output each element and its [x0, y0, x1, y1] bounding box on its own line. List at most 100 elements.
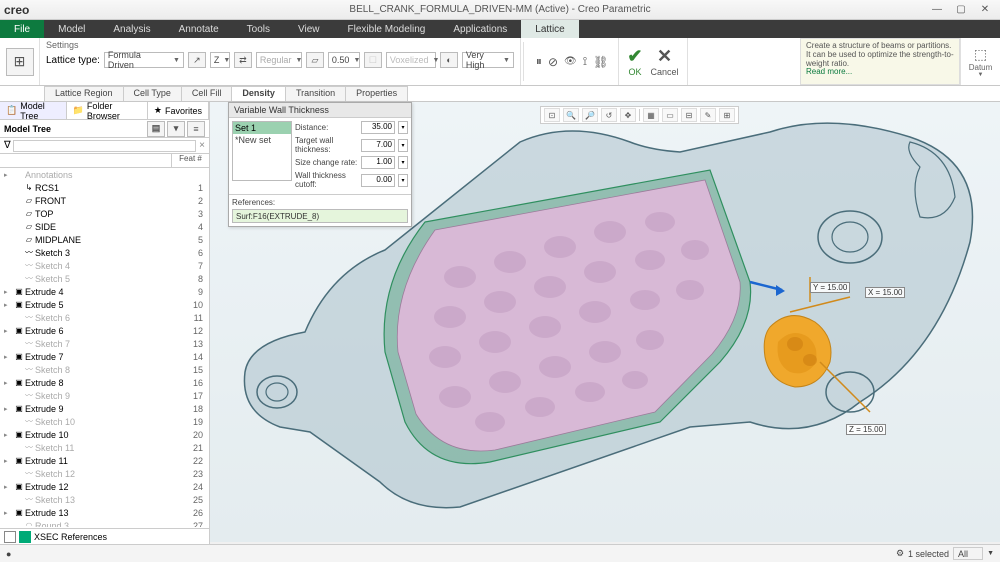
tree-row[interactable]: 〰Sketch 58: [0, 272, 209, 285]
display-style-icon[interactable]: ▦: [643, 108, 659, 122]
tree-row[interactable]: ▱SIDE4: [0, 220, 209, 233]
references-value[interactable]: Surf:F16(EXTRUDE_8): [232, 209, 408, 223]
tree-row[interactable]: ▸▣Extrude 612: [0, 324, 209, 337]
menu-model[interactable]: Model: [44, 20, 99, 38]
param-value[interactable]: 0.00: [361, 174, 395, 187]
subtab-transition[interactable]: Transition: [285, 86, 346, 101]
filter-icon[interactable]: ⚙: [896, 548, 904, 559]
tree-row[interactable]: 〰Sketch 1019: [0, 415, 209, 428]
datum-group[interactable]: ⬚ Datum ▼: [960, 38, 1000, 85]
menu-applications[interactable]: Applications: [439, 20, 521, 38]
subtab-cell-type[interactable]: Cell Type: [123, 86, 182, 101]
tree-row[interactable]: ◠Round 327: [0, 519, 209, 527]
annotation-icon[interactable]: ✎: [700, 108, 716, 122]
link-button[interactable]: ⛓: [593, 55, 608, 69]
tree-row[interactable]: ▸▣Extrude 1020: [0, 428, 209, 441]
cancel-button[interactable]: ✕Cancel: [651, 46, 679, 77]
spinner-arrow[interactable]: ▾: [398, 174, 408, 187]
tree-row[interactable]: ▸▣Extrude 714: [0, 350, 209, 363]
tree-row[interactable]: ▸Annotations: [0, 168, 209, 181]
tree-row[interactable]: ▸▣Extrude 816: [0, 376, 209, 389]
voxel-toggle[interactable]: ☐: [364, 52, 382, 68]
set-item-new[interactable]: *New set: [233, 134, 291, 146]
selection-filter-dropdown[interactable]: All: [953, 547, 983, 560]
xsec-toggle-1[interactable]: [4, 531, 16, 543]
subtab-properties[interactable]: Properties: [345, 86, 408, 101]
tree-row[interactable]: 〰Sketch 1121: [0, 441, 209, 454]
dim-y-label[interactable]: Y = 15.00: [810, 282, 850, 293]
refit-icon[interactable]: ↺: [601, 108, 617, 122]
spinner-arrow[interactable]: ▾: [398, 121, 408, 134]
param-value[interactable]: 7.00: [361, 139, 395, 152]
zoom-out-icon[interactable]: 🔎: [582, 108, 598, 122]
lattice-type-dropdown[interactable]: Formula Driven▼: [104, 52, 184, 68]
maximize-button[interactable]: ▢: [950, 3, 972, 17]
layer-icon[interactable]: ⊟: [681, 108, 697, 122]
model-tree[interactable]: ▸Annotations↳RCS11▱FRONT2▱TOP3▱SIDE4▱MID…: [0, 168, 209, 527]
tab-favorites[interactable]: ★ Favorites: [148, 102, 209, 119]
menu-file[interactable]: File: [0, 20, 44, 38]
tree-row[interactable]: 〰Sketch 1325: [0, 493, 209, 506]
tree-row[interactable]: 〰Sketch 815: [0, 363, 209, 376]
zoom-in-icon[interactable]: 🔍: [563, 108, 579, 122]
filter-clear[interactable]: ×: [199, 140, 205, 151]
subtab-cell-fill[interactable]: Cell Fill: [181, 86, 233, 101]
tab-folder-browser[interactable]: 📁 Folder Browser: [67, 102, 148, 119]
spinner-arrow[interactable]: ▾: [398, 139, 408, 152]
menu-tools[interactable]: Tools: [233, 20, 284, 38]
tree-row[interactable]: 〰Sketch 1223: [0, 467, 209, 480]
tree-row[interactable]: 〰Sketch 611: [0, 311, 209, 324]
tree-row[interactable]: 〰Sketch 713: [0, 337, 209, 350]
tree-filter-input[interactable]: [13, 140, 196, 152]
ribbon-tool-2[interactable]: ▱: [306, 52, 324, 68]
ribbon-tool-1[interactable]: ↗: [188, 52, 206, 68]
tree-row[interactable]: ▸▣Extrude 1326: [0, 506, 209, 519]
minimize-button[interactable]: —: [926, 3, 948, 17]
saved-view-icon[interactable]: ▭: [662, 108, 678, 122]
param-value[interactable]: 1.00: [361, 156, 395, 169]
datum-display-icon[interactable]: ⊞: [719, 108, 735, 122]
set-list[interactable]: Set 1 *New set: [232, 121, 292, 181]
tree-row[interactable]: ▸▣Extrude 510: [0, 298, 209, 311]
pause-button[interactable]: ⏸: [536, 54, 542, 69]
dim-z-label[interactable]: Z = 15.00: [846, 424, 886, 435]
size-spinner[interactable]: 0.50▼: [328, 52, 360, 68]
shape-dropdown[interactable]: Regular▼: [256, 52, 302, 68]
flip-button[interactable]: ⇄: [234, 52, 252, 68]
menu-flexible-modeling[interactable]: Flexible Modeling: [334, 20, 440, 38]
close-button[interactable]: ✕: [974, 3, 996, 17]
measure-button[interactable]: ⟟: [583, 54, 587, 69]
quality-dropdown[interactable]: Very High▼: [462, 52, 514, 68]
tree-row[interactable]: ▱MIDPLANE5: [0, 233, 209, 246]
param-value[interactable]: 35.00: [361, 121, 395, 134]
tree-row[interactable]: ▸▣Extrude 1122: [0, 454, 209, 467]
tree-row[interactable]: ▸▣Extrude 1224: [0, 480, 209, 493]
tree-row[interactable]: 〰Sketch 47: [0, 259, 209, 272]
menu-view[interactable]: View: [284, 20, 334, 38]
tree-row[interactable]: 〰Sketch 36: [0, 246, 209, 259]
subtab-density[interactable]: Density: [231, 86, 286, 101]
ok-button[interactable]: ✔OK: [627, 46, 642, 77]
zoom-fit-icon[interactable]: ⊡: [544, 108, 560, 122]
lattice-icon[interactable]: ⊞: [6, 48, 34, 76]
viewport[interactable]: Y = 15.00 X = 15.00 Z = 15.00 ⊡ 🔍 🔎 ↺ ✥ …: [210, 102, 1000, 542]
quality-icon[interactable]: ◐: [440, 52, 458, 68]
dim-x-label[interactable]: X = 15.00: [865, 287, 905, 298]
tree-row[interactable]: ▱TOP3: [0, 207, 209, 220]
tree-row[interactable]: 〰Sketch 917: [0, 389, 209, 402]
tree-tool-1[interactable]: ▤: [147, 121, 165, 137]
menu-annotate[interactable]: Annotate: [165, 20, 233, 38]
tree-row[interactable]: ↳RCS11: [0, 181, 209, 194]
menu-lattice[interactable]: Lattice: [521, 20, 578, 38]
read-more-link[interactable]: Read more...: [806, 67, 852, 76]
set-item-selected[interactable]: Set 1: [233, 122, 291, 134]
voxel-dropdown[interactable]: Voxelized▼: [386, 52, 436, 68]
tab-model-tree[interactable]: 📋 Model Tree: [0, 102, 67, 119]
eye-button[interactable]: 👁: [564, 56, 577, 67]
pan-icon[interactable]: ✥: [620, 108, 636, 122]
tree-tool-2[interactable]: ▾: [167, 121, 185, 137]
spinner-arrow[interactable]: ▾: [398, 156, 408, 169]
tree-tool-3[interactable]: ≡: [187, 121, 205, 137]
subtab-lattice-region[interactable]: Lattice Region: [44, 86, 124, 101]
menu-analysis[interactable]: Analysis: [99, 20, 164, 38]
